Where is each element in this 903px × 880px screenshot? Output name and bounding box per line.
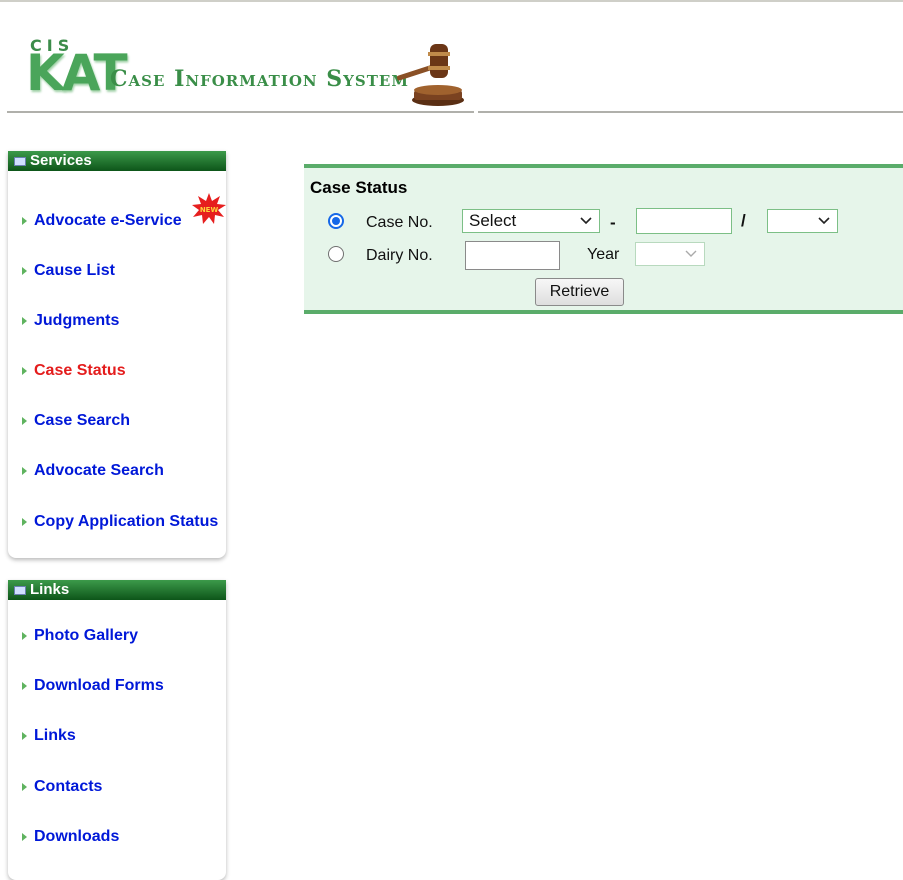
arrow-right-icon (22, 267, 27, 275)
arrow-right-icon (22, 367, 27, 375)
chevron-down-icon (818, 217, 830, 225)
arrow-right-icon (22, 783, 27, 791)
case-number-input[interactable] (636, 208, 732, 234)
case-status-title: Case Status (310, 178, 408, 197)
dairy-no-label: Dairy No. (366, 247, 433, 264)
header-divider-left (7, 111, 474, 113)
arrow-right-icon (22, 632, 27, 640)
dash-separator: - (610, 213, 616, 232)
services-panel-title: Services (30, 152, 92, 169)
arrow-right-icon (22, 833, 27, 841)
logo-title: Case Information System (110, 66, 409, 92)
sidebar-item-label: Download Forms (34, 677, 164, 694)
header-divider-right (478, 111, 903, 113)
sidebar-item-label: Advocate e-Service (34, 212, 182, 229)
arrow-right-icon (22, 217, 27, 225)
sidebar-item-label: Contacts (34, 778, 103, 795)
case-type-select[interactable]: Select (462, 209, 600, 233)
dairy-year-select[interactable] (635, 242, 705, 266)
links-window-icon (14, 585, 26, 595)
sidebar-item-judgments[interactable]: Judgments (22, 312, 119, 330)
case-no-radio[interactable] (328, 213, 344, 229)
slash-separator: / (741, 211, 746, 230)
sidebar-item-label: Case Search (34, 412, 131, 429)
sidebar-item-advocate-search[interactable]: Advocate Search (22, 462, 164, 480)
year-label: Year (587, 246, 620, 263)
page-header: CIS KAT Case Information System (0, 2, 903, 114)
new-badge-icon: NEW (192, 193, 226, 224)
dairy-number-input[interactable] (465, 241, 560, 270)
chevron-down-icon (685, 250, 697, 257)
sidebar-item-download-forms[interactable]: Download Forms (22, 677, 164, 695)
links-panel-header: Links (8, 580, 226, 600)
sidebar-item-case-search[interactable]: Case Search (22, 412, 130, 430)
sidebar-item-label: Case Status (34, 362, 126, 379)
sidebar-item-advocate-e-service[interactable]: Advocate e-Service (22, 212, 182, 230)
sidebar-item-label: Judgments (34, 312, 120, 329)
sidebar-item-copy-application-status[interactable]: Copy Application Status (22, 513, 218, 531)
case-status-form: Case Status Case No. Select - / Dairy No… (304, 164, 903, 314)
sidebar-item-label: Advocate Search (34, 462, 164, 479)
services-panel-header: Services (8, 151, 226, 171)
arrow-right-icon (22, 467, 27, 475)
site-logo[interactable]: CIS KAT Case Information System (26, 30, 476, 110)
sidebar-item-label: Copy Application Status (34, 513, 219, 530)
sidebar-item-photo-gallery[interactable]: Photo Gallery (22, 627, 138, 645)
case-year-select[interactable] (767, 209, 838, 233)
sidebar-item-cause-list[interactable]: Cause List (22, 262, 115, 280)
sidebar-item-label: Photo Gallery (34, 627, 139, 644)
arrow-right-icon (22, 518, 27, 526)
retrieve-button[interactable]: Retrieve (535, 278, 624, 306)
sidebar-item-case-status[interactable]: Case Status (22, 362, 126, 380)
new-badge-text: NEW (200, 206, 219, 214)
dairy-no-radio[interactable] (328, 246, 344, 262)
sidebar-item-label: Downloads (34, 828, 120, 845)
sidebar-item-label: Links (34, 727, 76, 744)
sidebar-item-links[interactable]: Links (22, 727, 76, 745)
links-panel: Links Photo Gallery Download Forms Links… (8, 580, 226, 880)
gavel-icon (396, 44, 464, 106)
chevron-down-icon (580, 217, 592, 225)
case-no-label: Case No. (366, 214, 433, 231)
sidebar-item-downloads[interactable]: Downloads (22, 828, 119, 846)
arrow-right-icon (22, 732, 27, 740)
arrow-right-icon (22, 682, 27, 690)
services-panel: Services NEW Advocate e-Service Cause Li… (8, 151, 226, 558)
sidebar-item-label: Cause List (34, 262, 115, 279)
arrow-right-icon (22, 317, 27, 325)
arrow-right-icon (22, 417, 27, 425)
links-panel-title: Links (30, 581, 70, 598)
services-window-icon (14, 156, 26, 166)
sidebar-item-contacts[interactable]: Contacts (22, 778, 102, 796)
case-type-selected-value: Select (469, 211, 517, 230)
